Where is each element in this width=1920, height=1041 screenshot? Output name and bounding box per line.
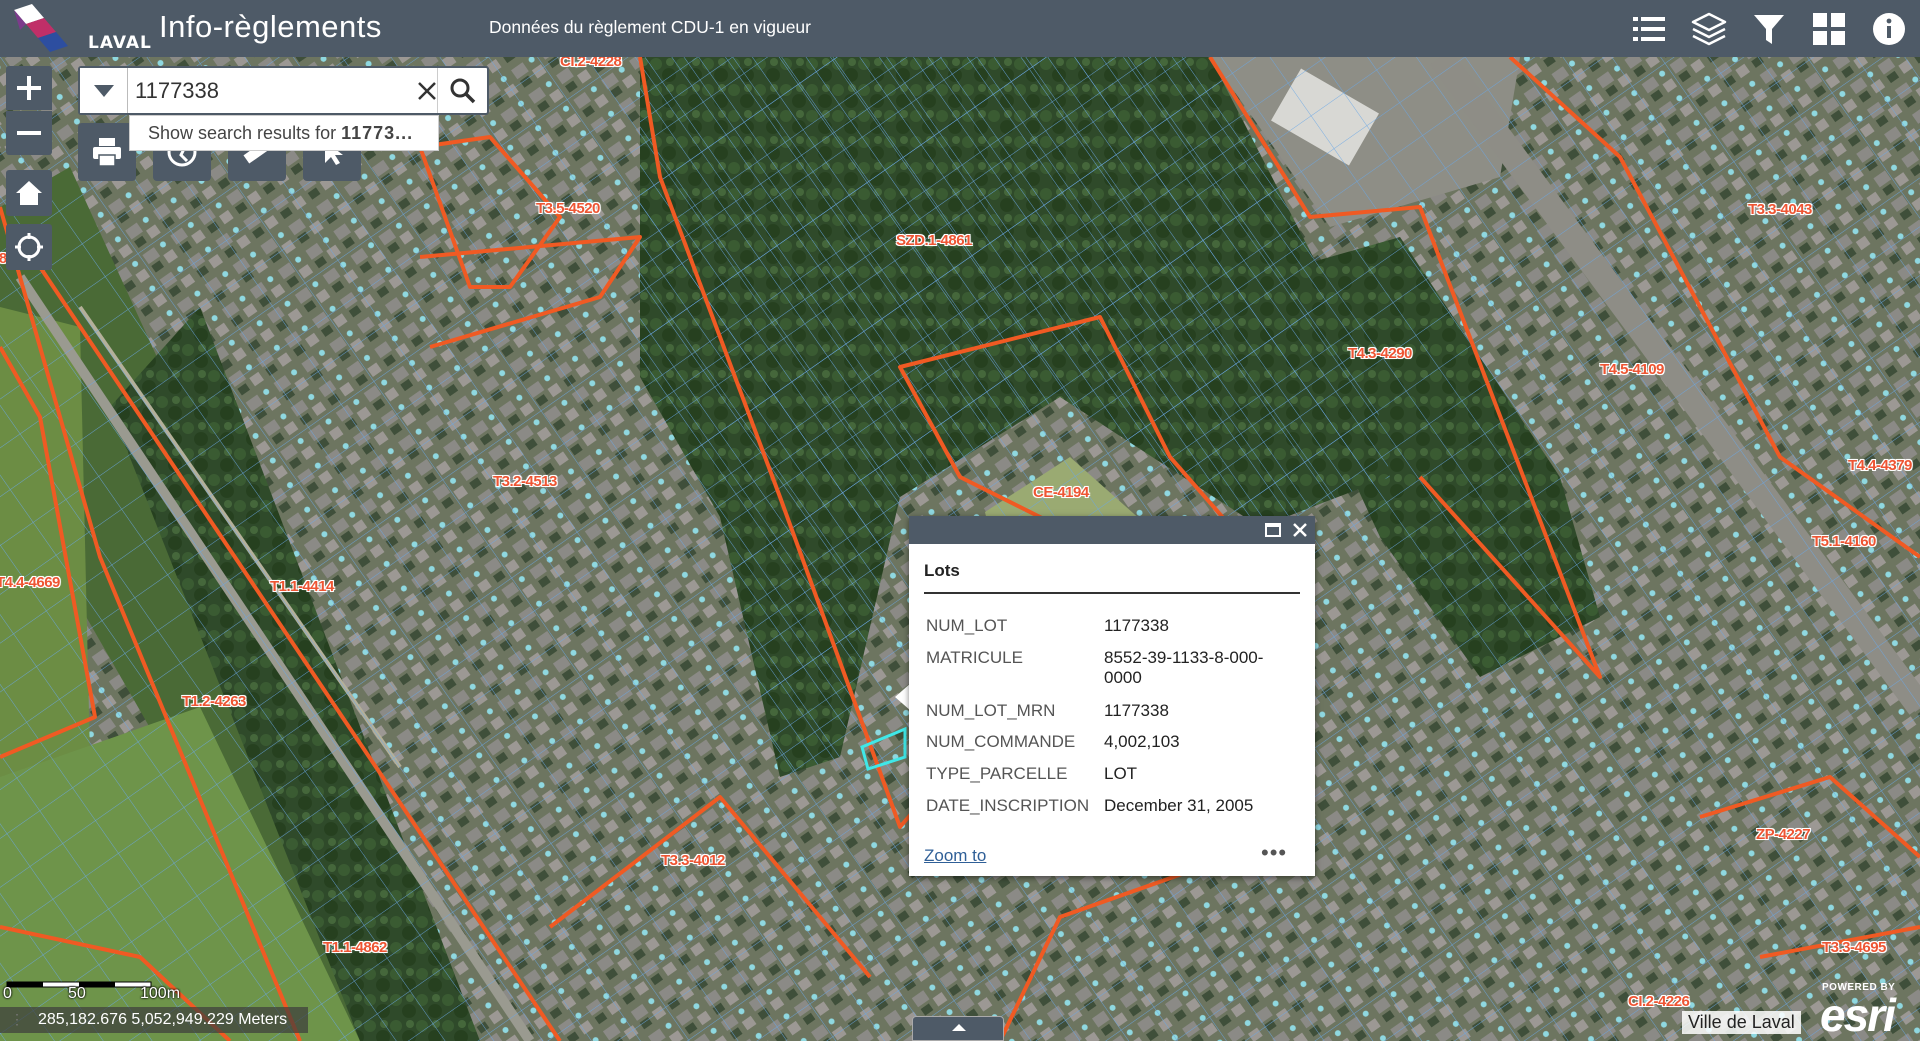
info-button[interactable] — [1860, 0, 1918, 57]
filter-button[interactable] — [1740, 0, 1798, 57]
printer-icon — [93, 138, 121, 167]
more-actions-button[interactable]: ••• — [1261, 842, 1287, 864]
attribute-value: December 31, 2005 — [1104, 796, 1254, 815]
zone-label: T1.1-4862 — [323, 939, 387, 956]
zone-label: T4.5-4109 — [1600, 361, 1664, 378]
minus-icon — [17, 131, 41, 135]
search-button[interactable] — [437, 68, 487, 113]
layers-button[interactable] — [1680, 0, 1738, 57]
feature-popup: Lots NUM_LOT 1177338 MATRICULE 8552-39-1… — [909, 516, 1315, 876]
zone-label: T1.1-4414 — [270, 578, 334, 595]
scale-label: 50 — [68, 985, 86, 1002]
close-icon[interactable] — [1290, 520, 1310, 540]
map-attribution: Ville de Laval — [1682, 1011, 1801, 1034]
info-icon — [1873, 12, 1905, 45]
attribute-value: 4,002,103 — [1104, 732, 1180, 751]
search-source-dropdown[interactable] — [80, 68, 128, 113]
maximize-icon[interactable] — [1264, 521, 1282, 539]
attribute-table-toggle[interactable] — [912, 1016, 1004, 1041]
popup-title: Lots — [924, 561, 960, 580]
grid-button[interactable] — [1800, 0, 1858, 57]
zone-label: T3.3-4695 — [1822, 939, 1886, 956]
home-button[interactable] — [6, 170, 52, 216]
grid-icon — [1813, 12, 1845, 45]
search-widget — [78, 66, 489, 115]
attribute-value: LOT — [1104, 764, 1138, 783]
app-title: Info-règlements — [159, 9, 382, 44]
app-subtitle: Données du règlement CDU-1 en vigueur — [489, 17, 811, 37]
zone-label: CI.2-4226 — [1628, 993, 1690, 1010]
zone-label: SZD.1-4861 — [896, 232, 972, 249]
search-icon — [450, 78, 475, 103]
logo-text: LAVAL — [88, 33, 152, 53]
caret-down-icon — [93, 84, 114, 97]
attribute-key: DATE_INSCRIPTION — [926, 796, 1090, 815]
app-header: LAVAL Info-règlements Données du règleme… — [0, 0, 1920, 57]
attribute-key: NUM_LOT_MRN — [926, 701, 1056, 720]
zone-label: T4.4-4379 — [1848, 457, 1912, 474]
home-icon — [16, 181, 42, 205]
suggestion-term: 11773... — [341, 123, 414, 143]
locate-icon — [15, 233, 43, 261]
chevron-up-icon — [952, 1024, 966, 1031]
popup-header — [909, 516, 1315, 544]
popup-divider — [924, 592, 1300, 594]
esri-logo: esri — [1820, 989, 1896, 1041]
attribute-value: 1177338 — [1104, 701, 1169, 720]
attribute-value: 1177338 — [1104, 616, 1169, 635]
zone-label: CE-4194 — [1033, 484, 1089, 501]
search-suggestion[interactable]: Show search results for 11773... — [129, 115, 439, 151]
filter-icon — [1754, 14, 1784, 44]
plus-icon — [17, 76, 41, 100]
close-icon — [418, 81, 436, 100]
zoom-to-link[interactable]: Zoom to — [924, 846, 986, 866]
zone-label: T3.3-4012 — [661, 852, 725, 869]
coordinate-readout: 285,182.676 5,052,949.229 Meters — [0, 1007, 308, 1033]
zone-label: ZP-4227 — [1756, 826, 1811, 843]
zone-label: T1.2-4263 — [182, 693, 246, 710]
attribute-key: NUM_LOT — [926, 616, 1008, 635]
scale-label: 0 — [3, 985, 12, 1002]
zoom-out-button[interactable] — [6, 111, 52, 155]
attribute-key: NUM_COMMANDE — [926, 732, 1076, 751]
zone-label: T3.2-4513 — [493, 473, 557, 490]
zone-label: T3.5-4520 — [536, 200, 600, 217]
attribute-key: MATRICULE — [926, 648, 1023, 667]
zone-label: T4.4-4669 — [0, 574, 60, 591]
zone-label: T4.3-4290 — [1348, 345, 1412, 362]
layers-icon — [1691, 12, 1727, 45]
locate-button[interactable] — [6, 224, 52, 270]
suggestion-prefix: Show search results for — [148, 123, 337, 143]
zone-label: CI.2-4228 — [560, 57, 622, 70]
zone-label: T3.3-4043 — [1748, 201, 1812, 218]
zone-label: T5.1-4160 — [1812, 533, 1876, 550]
laval-logo: LAVAL — [10, 4, 151, 53]
scale-label: 100m — [140, 985, 181, 1002]
attribute-value: 8552-39-1133-8-000-0000 — [1104, 648, 1264, 687]
list-button[interactable] — [1620, 0, 1678, 57]
attribute-key: TYPE_PARCELLE — [926, 764, 1068, 783]
zoom-in-button[interactable] — [6, 66, 52, 110]
print-button[interactable] — [78, 123, 136, 181]
list-icon — [1633, 16, 1665, 41]
